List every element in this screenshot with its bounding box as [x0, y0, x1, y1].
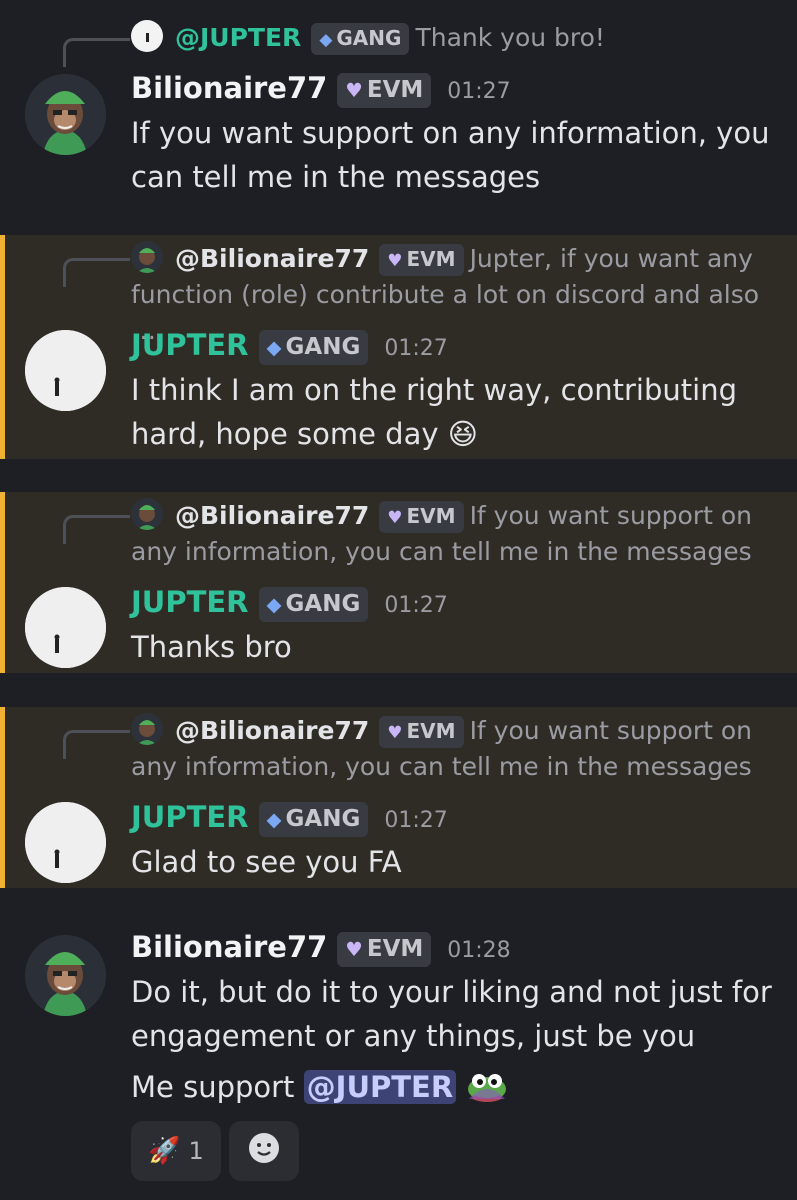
avatar[interactable]	[25, 802, 106, 883]
reply-connector	[63, 258, 130, 287]
leaf-icon: ◆	[319, 30, 333, 50]
timestamp: 01:27	[447, 79, 511, 104]
evm-badge[interactable]: ♥ EVM	[379, 501, 464, 533]
heart-icon: ♥	[387, 251, 403, 271]
reply-connector	[63, 38, 130, 67]
username[interactable]: JUPTER	[131, 800, 249, 834]
gang-badge[interactable]: ◆ GANG	[258, 802, 369, 837]
heart-icon: ♥	[345, 938, 363, 961]
user-mention[interactable]: @JUPTER	[303, 1070, 457, 1104]
reply-avatar	[131, 498, 163, 530]
reply-connector	[63, 515, 130, 544]
username[interactable]: JUPTER	[131, 328, 249, 362]
timestamp: 01:27	[384, 593, 448, 618]
message-header: Bilionaire77 ♥ EVM 01:27	[131, 68, 777, 112]
message-content: I think I am on the right way, contribut…	[131, 373, 737, 451]
message-content: If you want support on any information, …	[131, 116, 770, 194]
avatar[interactable]	[25, 935, 106, 1016]
message-5[interactable]: Bilionaire77 ♥ EVM 01:28 Do it, but do it t…	[0, 905, 797, 1200]
evm-badge[interactable]: ♥ EVM	[379, 244, 464, 276]
message-2[interactable]: @Bilionaire77 ♥ EVM Jupter, if you want any…	[0, 235, 797, 459]
message-3[interactable]: @Bilionaire77 ♥ EVM If you want support on …	[0, 492, 797, 673]
reply-avatar	[131, 713, 163, 745]
avatar[interactable]	[25, 587, 106, 668]
pepe-emoji	[465, 1069, 509, 1115]
evm-badge[interactable]: ♥ EVM	[379, 716, 464, 748]
gang-badge[interactable]: ◆ GANG	[258, 587, 369, 622]
message-header: Bilionaire77 ♥ EVM 01:28	[131, 927, 777, 971]
timestamp: 01:27	[384, 808, 448, 833]
reply-preview[interactable]: @JUPTER ◆ GANG Thank you bro!	[131, 20, 777, 56]
reply-username[interactable]: @Bilionaire77	[175, 716, 369, 745]
reply-text: Thank you bro!	[415, 23, 605, 52]
timestamp: 01:27	[384, 336, 448, 361]
message-header: JUPTER ◆ GANG 01:27	[131, 582, 777, 626]
reply-preview[interactable]: @Bilionaire77 ♥ EVM If you want support on …	[131, 713, 777, 785]
reply-username[interactable]: @Bilionaire77	[175, 501, 369, 530]
heart-icon: ♥	[387, 723, 403, 743]
message-content: Do it, but do it to your liking and not …	[131, 975, 772, 1053]
laughing-emoji: 😆	[447, 417, 478, 451]
gang-badge[interactable]: ◆ GANG	[258, 330, 369, 365]
message-header: JUPTER ◆ GANG 01:27	[131, 797, 777, 841]
reply-avatar	[131, 241, 163, 273]
username[interactable]: JUPTER	[131, 585, 249, 619]
message-1[interactable]: @JUPTER ◆ GANG Thank you bro! Bilionaire77 ♥…	[0, 0, 797, 210]
reply-username[interactable]: @Bilionaire77	[175, 244, 369, 273]
leaf-icon: ◆	[266, 808, 282, 831]
avatar[interactable]	[25, 74, 106, 155]
message-4[interactable]: @Bilionaire77 ♥ EVM If you want support on …	[0, 707, 797, 888]
leaf-icon: ◆	[266, 336, 282, 359]
message-header: JUPTER ◆ GANG 01:27	[131, 325, 777, 369]
message-content: Thanks bro	[131, 630, 292, 664]
reply-avatar	[131, 20, 163, 52]
reaction-rocket[interactable]: 🚀 1	[131, 1121, 221, 1181]
evm-badge[interactable]: ♥ EVM	[337, 932, 432, 967]
username[interactable]: Bilionaire77	[131, 930, 327, 964]
leaf-icon: ◆	[266, 593, 282, 616]
username[interactable]: Bilionaire77	[131, 71, 327, 105]
message-content: Glad to see you FA	[131, 845, 402, 879]
reaction-count: 1	[188, 1137, 204, 1165]
message-content-2: Me support @JUPTER	[131, 1065, 773, 1115]
add-reaction-icon	[247, 1131, 281, 1171]
heart-icon: ♥	[387, 508, 403, 528]
add-reaction-button[interactable]	[229, 1121, 299, 1181]
reply-preview[interactable]: @Bilionaire77 ♥ EVM If you want support on …	[131, 498, 777, 570]
reply-username[interactable]: @JUPTER	[175, 23, 301, 52]
avatar[interactable]	[25, 330, 106, 411]
evm-badge[interactable]: ♥ EVM	[337, 73, 432, 108]
rocket-icon: 🚀	[148, 1136, 181, 1166]
gang-badge[interactable]: ◆ GANG	[311, 23, 410, 55]
heart-icon: ♥	[345, 79, 363, 102]
reply-connector	[63, 730, 130, 759]
timestamp: 01:28	[447, 938, 511, 963]
